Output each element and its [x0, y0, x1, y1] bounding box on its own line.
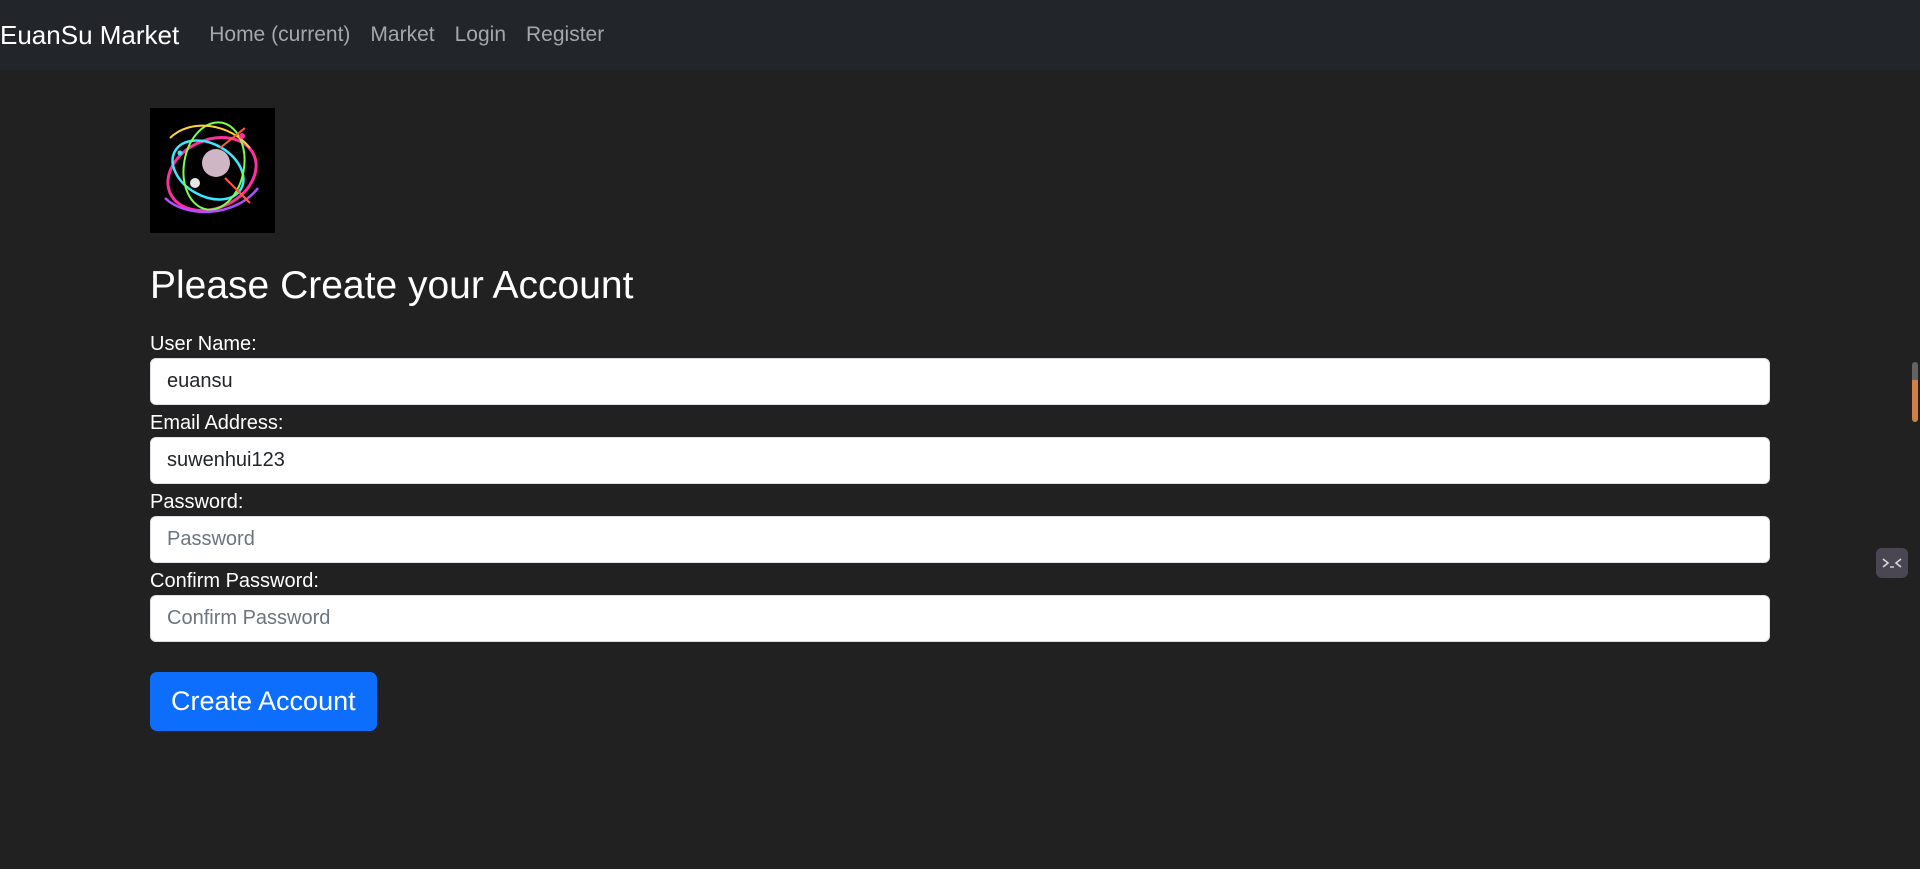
- nav-link-login[interactable]: Login: [455, 23, 506, 47]
- logo-image: [150, 108, 275, 233]
- username-label: User Name:: [150, 332, 257, 355]
- create-account-button[interactable]: Create Account: [150, 671, 377, 731]
- navbar: EuanSu Market Home (current) Market Logi…: [0, 0, 1920, 70]
- brand-link[interactable]: EuanSu Market: [0, 20, 179, 51]
- confirm-password-input[interactable]: [150, 594, 1770, 642]
- username-input[interactable]: [150, 357, 1770, 405]
- neon-art-logo: [150, 108, 275, 233]
- chat-face-icon[interactable]: [1876, 548, 1908, 578]
- page-title: Please Create your Account: [150, 264, 634, 307]
- chat-face-glyph: [1882, 558, 1902, 568]
- nav-link-home[interactable]: Home (current): [209, 23, 350, 47]
- email-input[interactable]: [150, 436, 1770, 484]
- confirm-password-label: Confirm Password:: [150, 569, 319, 592]
- password-input[interactable]: [150, 515, 1770, 563]
- nav-link-market[interactable]: Market: [370, 23, 434, 47]
- password-label: Password:: [150, 490, 244, 513]
- scrollbar-thumb[interactable]: [1912, 362, 1918, 422]
- register-form-container: Please Create your Account User Name: Em…: [150, 108, 1770, 731]
- nav-link-register[interactable]: Register: [526, 23, 604, 47]
- email-label: Email Address:: [150, 411, 284, 434]
